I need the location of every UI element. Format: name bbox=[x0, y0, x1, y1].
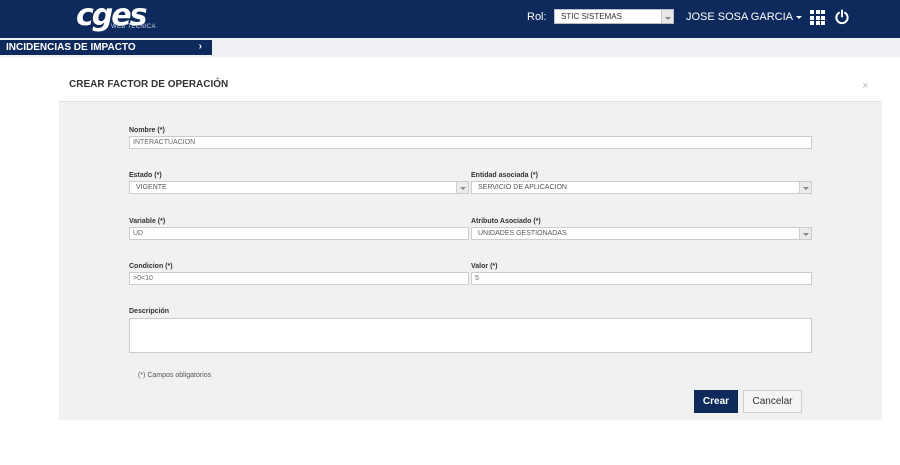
power-icon[interactable] bbox=[834, 9, 850, 25]
chevron-down-icon bbox=[799, 182, 811, 193]
chevron-right-icon: › bbox=[198, 41, 202, 52]
user-menu[interactable]: JOSE SOSA GARCIA bbox=[686, 11, 802, 23]
close-icon[interactable]: × bbox=[862, 80, 868, 92]
required-note: (*) Campos obligatorios bbox=[138, 372, 212, 379]
atributo-select-value: UNIDADES GESTIONADAS bbox=[478, 230, 567, 237]
atributo-label: Atributo Asociado (*) bbox=[471, 218, 541, 225]
valor-input[interactable]: 5 bbox=[471, 272, 812, 285]
apps-grid-icon[interactable] bbox=[810, 10, 825, 25]
entidad-select-value: SERVICIO DE APLICACION bbox=[478, 184, 567, 191]
entidad-select[interactable]: SERVICIO DE APLICACION bbox=[471, 181, 812, 194]
atributo-select[interactable]: UNIDADES GESTIONADAS bbox=[471, 227, 812, 240]
chevron-down-icon bbox=[456, 182, 468, 193]
estado-label: Estado (*) bbox=[129, 172, 162, 179]
modal-title: CREAR FACTOR DE OPERACIÓN bbox=[69, 79, 229, 90]
crear-button[interactable]: Crear bbox=[694, 390, 738, 413]
chevron-down-icon bbox=[799, 228, 811, 239]
descripcion-label: Descripción bbox=[129, 308, 170, 315]
logo[interactable]: cges WEB TÉCNICA bbox=[76, 0, 186, 36]
estado-select-value: VIGENTE bbox=[136, 184, 167, 191]
valor-label: Valor (*) bbox=[471, 263, 498, 270]
variable-input[interactable]: UD bbox=[129, 227, 469, 240]
user-name: JOSE SOSA GARCIA bbox=[686, 11, 793, 23]
nombre-input[interactable]: INTERACTUACION bbox=[129, 136, 812, 149]
condicion-input[interactable]: >0<10 bbox=[129, 272, 469, 285]
cancel-button[interactable]: Cancelar bbox=[743, 390, 802, 413]
logo-subtitle: WEB TÉCNICA bbox=[111, 24, 156, 30]
breadcrumb[interactable]: INCIDENCIAS DE IMPACTO › bbox=[0, 40, 212, 55]
rol-label: Rol: bbox=[527, 11, 547, 23]
rol-select[interactable]: STIC SISTEMAS bbox=[554, 9, 674, 24]
top-navbar: cges WEB TÉCNICA Rol: STIC SISTEMAS JOSE… bbox=[0, 0, 900, 38]
nombre-label: Nombre (*) bbox=[129, 127, 165, 134]
caret-down-icon bbox=[795, 15, 802, 19]
entidad-label: Entidad asociada (*) bbox=[471, 172, 538, 179]
descripcion-textarea[interactable] bbox=[129, 318, 812, 353]
rol-select-value: STIC SISTEMAS bbox=[561, 12, 622, 21]
estado-select[interactable]: VIGENTE bbox=[129, 181, 469, 194]
condicion-label: Condicion (*) bbox=[129, 263, 173, 270]
breadcrumb-label: INCIDENCIAS DE IMPACTO bbox=[6, 42, 136, 53]
variable-label: Variable (*) bbox=[129, 218, 166, 225]
chevron-down-icon bbox=[661, 10, 673, 23]
